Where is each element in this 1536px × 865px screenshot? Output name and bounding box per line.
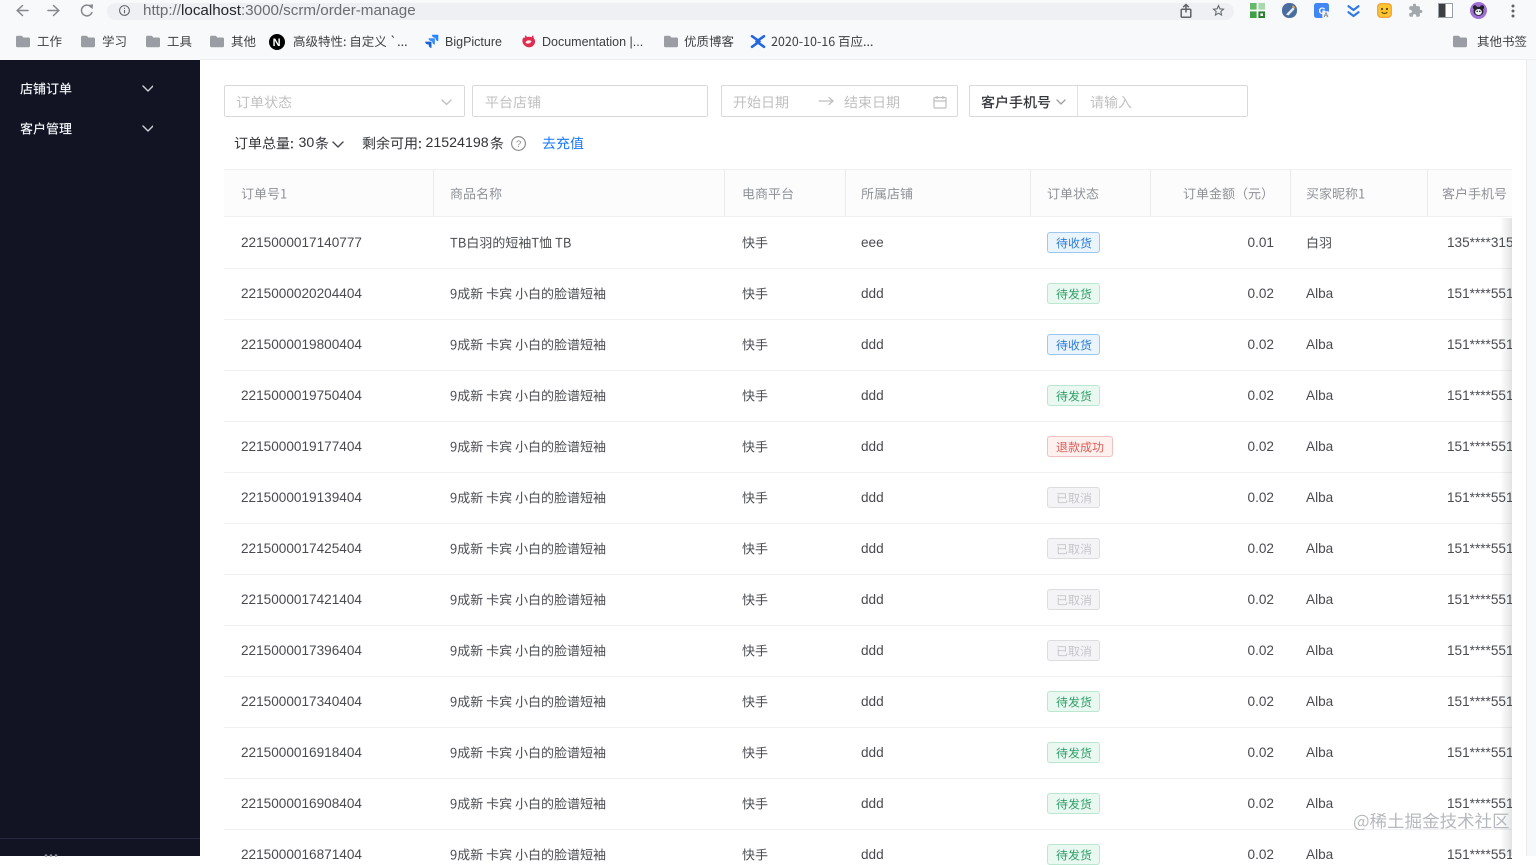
svg-text:?: ?: [516, 139, 521, 150]
svg-text:N: N: [273, 37, 281, 49]
svg-text:A: A: [1324, 12, 1329, 18]
